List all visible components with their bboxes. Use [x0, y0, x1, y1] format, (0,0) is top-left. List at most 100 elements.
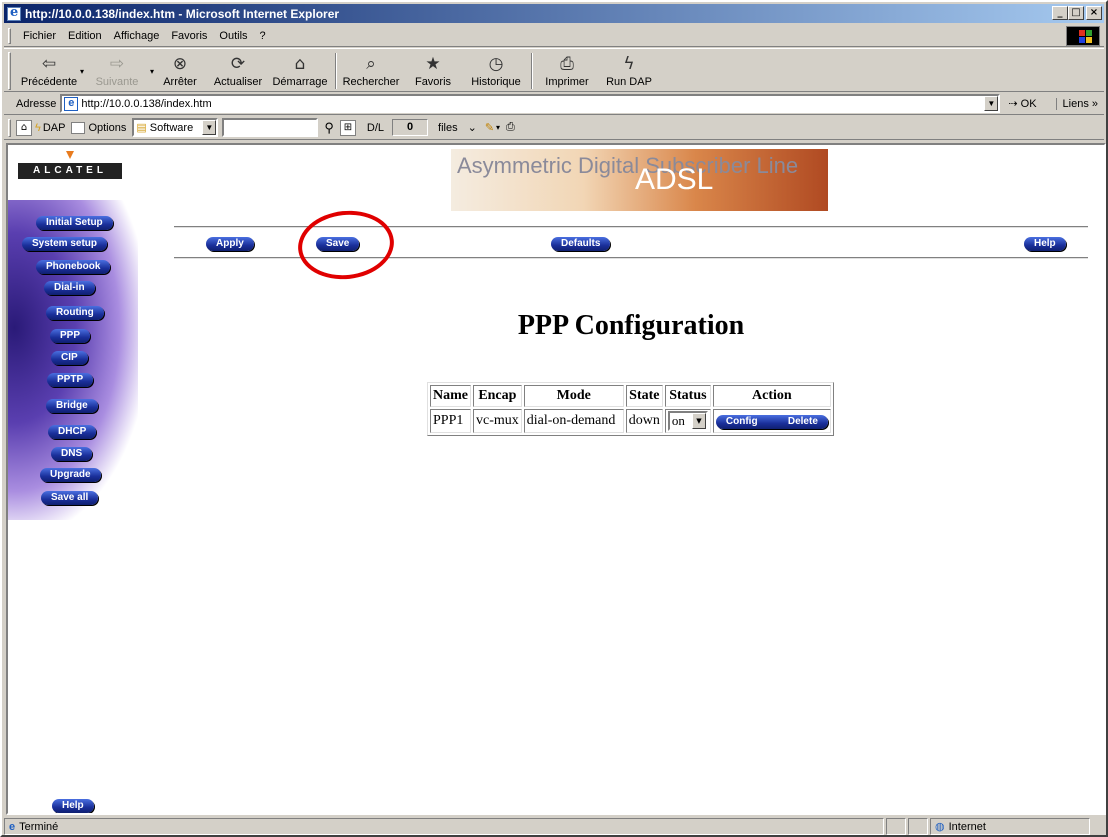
col-action: Action — [712, 385, 831, 407]
page-title: PPP Configuration — [517, 310, 745, 341]
nav-system-setup[interactable]: System setup — [22, 237, 108, 251]
delete-button[interactable]: Delete — [788, 416, 818, 427]
status-cell — [886, 818, 906, 835]
refresh-icon: ⟳ — [230, 54, 246, 74]
ppp-table: Name Encap Mode State Status Action PPP1… — [427, 382, 834, 436]
action-buttons: Config Delete — [715, 414, 828, 429]
menu-outils[interactable]: Outils — [213, 30, 253, 42]
title-bar[interactable]: http://10.0.0.138/index.htm - Microsoft … — [4, 4, 1104, 23]
dl-count: 0 — [392, 119, 429, 136]
home-icon: ⌂ — [294, 54, 306, 74]
nav-dhcp[interactable]: DHCP — [48, 425, 97, 439]
window-title: http://10.0.0.138/index.htm - Microsoft … — [25, 6, 340, 21]
files-label: files — [438, 121, 458, 134]
help-button[interactable]: Help — [1024, 237, 1066, 251]
dap-button[interactable]: ϟ DAP — [35, 122, 65, 134]
status-select[interactable]: on ▼ — [667, 411, 708, 431]
nav-routing[interactable]: Routing — [46, 306, 104, 320]
refresh-button[interactable]: ⟳ Actualiser — [208, 49, 268, 91]
forward-button[interactable]: ⇨ Suivante ▾ — [82, 49, 154, 91]
config-button[interactable]: Config — [726, 416, 758, 427]
cell-name: PPP1 — [430, 409, 471, 433]
menu-affichage[interactable]: Affichage — [108, 30, 166, 42]
minimize-button[interactable]: _ — [1052, 6, 1068, 20]
cell-status: on ▼ — [664, 409, 711, 433]
dap-options-button[interactable]: Options — [71, 121, 126, 134]
dap-home-icon[interactable]: ⌂ — [16, 119, 32, 136]
address-input[interactable]: e http://10.0.0.138/index.htm ▼ — [60, 94, 1001, 113]
close-button[interactable]: × — [1086, 6, 1102, 20]
cell-action: Config Delete — [712, 409, 831, 433]
category-select[interactable]: ▤ Software ▼ — [132, 118, 219, 137]
globe-icon: ◍ — [935, 821, 945, 833]
status-text-cell: e Terminé — [4, 818, 884, 835]
dap-print-icon[interactable]: ⎙ — [506, 121, 515, 134]
dap-search-input[interactable] — [222, 118, 319, 137]
menu-favoris[interactable]: Favoris — [165, 30, 213, 42]
standard-toolbar: ⇦ Précédente ▾ ⇨ Suivante ▾ ⊗ Arrêter ⟳ … — [4, 48, 1104, 92]
table-row: PPP1 vc-mux dial-on-demand down on ▼ Con… — [430, 409, 831, 433]
favorites-icon: ★ — [425, 54, 441, 74]
col-mode: Mode — [523, 385, 624, 407]
search-button[interactable]: ⌕ Rechercher — [340, 49, 402, 91]
nav-cip[interactable]: CIP — [51, 351, 88, 365]
page-viewport[interactable]: ALCATEL Initial Setup System setup Phone… — [6, 143, 1106, 815]
nav-pptp[interactable]: PPTP — [47, 373, 94, 387]
save-annotation-circle — [294, 206, 398, 284]
page-icon: e — [64, 96, 79, 111]
menu-bar: Fichier Edition Affichage Favoris Outils… — [4, 25, 1104, 47]
address-dropdown-icon[interactable]: ▼ — [984, 96, 999, 111]
adsl-banner: Asymmetric Digital Subscriber Line ADSL — [451, 149, 828, 211]
print-button[interactable]: ⎙ Imprimer — [536, 49, 598, 91]
table-header-row: Name Encap Mode State Status Action — [430, 385, 831, 407]
nav-dns[interactable]: DNS — [51, 447, 93, 461]
alcatel-logo: ALCATEL — [18, 163, 122, 179]
highlight-dropdown-icon[interactable]: ▾ — [496, 123, 500, 132]
dap-window-icon[interactable]: ⊞ — [339, 119, 356, 136]
ie-app-icon[interactable] — [7, 5, 21, 21]
apply-button[interactable]: Apply — [206, 237, 254, 251]
nav-help[interactable]: Help — [52, 799, 94, 813]
nav-ppp[interactable]: PPP — [50, 329, 91, 343]
window-controls: _ □ × — [1052, 6, 1102, 20]
toolbar-grip[interactable] — [8, 52, 11, 90]
banner-line: Asymmetric Digital Subscriber Line — [457, 153, 799, 178]
status-cell — [908, 818, 928, 835]
address-url[interactable]: http://10.0.0.138/index.htm — [81, 98, 211, 110]
favorites-button[interactable]: ★ Favoris — [402, 49, 464, 91]
menubar-grip[interactable] — [8, 27, 11, 44]
nav-phonebook[interactable]: Phonebook — [36, 260, 111, 274]
defaults-button[interactable]: Defaults — [551, 237, 611, 251]
address-bar: Adresse e http://10.0.0.138/index.htm ▼ … — [4, 93, 1104, 115]
menu-edition[interactable]: Edition — [62, 30, 108, 42]
windows-logo-icon — [1066, 26, 1100, 46]
history-button[interactable]: ◷ Historique — [464, 49, 528, 91]
nav-bridge[interactable]: Bridge — [46, 399, 98, 413]
dap-search-icon[interactable]: ⚲ — [324, 120, 334, 136]
chevron-down-icon[interactable]: ⌄ — [468, 121, 477, 134]
status-dropdown-icon[interactable]: ▼ — [691, 413, 706, 429]
home-button[interactable]: ⌂ Démarrage — [268, 49, 332, 91]
category-dropdown-icon[interactable]: ▼ — [202, 120, 217, 135]
back-button[interactable]: ⇦ Précédente ▾ — [16, 49, 84, 91]
browser-window: http://10.0.0.138/index.htm - Microsoft … — [0, 0, 1108, 837]
dap-toolbar: ⌂ ϟ DAP Options ▤ Software ▼ ⚲ ⊞ D/L 0 f… — [4, 116, 1104, 140]
menu-help[interactable]: ? — [254, 30, 272, 42]
cell-state: down — [625, 409, 663, 433]
menu-fichier[interactable]: Fichier — [17, 30, 62, 42]
print-icon: ⎙ — [560, 54, 574, 74]
dapbar-grip[interactable] — [8, 118, 11, 137]
stop-button[interactable]: ⊗ Arrêter — [152, 49, 208, 91]
nav-save-all[interactable]: Save all — [41, 491, 99, 505]
maximize-button[interactable]: □ — [1068, 6, 1084, 20]
col-encap: Encap — [473, 385, 522, 407]
links-button[interactable]: Liens » — [1055, 97, 1098, 110]
col-name: Name — [430, 385, 471, 407]
nav-dial-in[interactable]: Dial-in — [44, 281, 95, 295]
forward-arrow-icon: ⇨ — [109, 54, 125, 74]
go-button[interactable]: ⇢ OK — [1008, 97, 1036, 110]
highlight-pen-icon[interactable]: ✎ — [485, 121, 494, 134]
nav-upgrade[interactable]: Upgrade — [40, 468, 101, 482]
nav-initial-setup[interactable]: Initial Setup — [36, 216, 113, 230]
run-dap-button[interactable]: ϟ Run DAP — [598, 49, 660, 91]
